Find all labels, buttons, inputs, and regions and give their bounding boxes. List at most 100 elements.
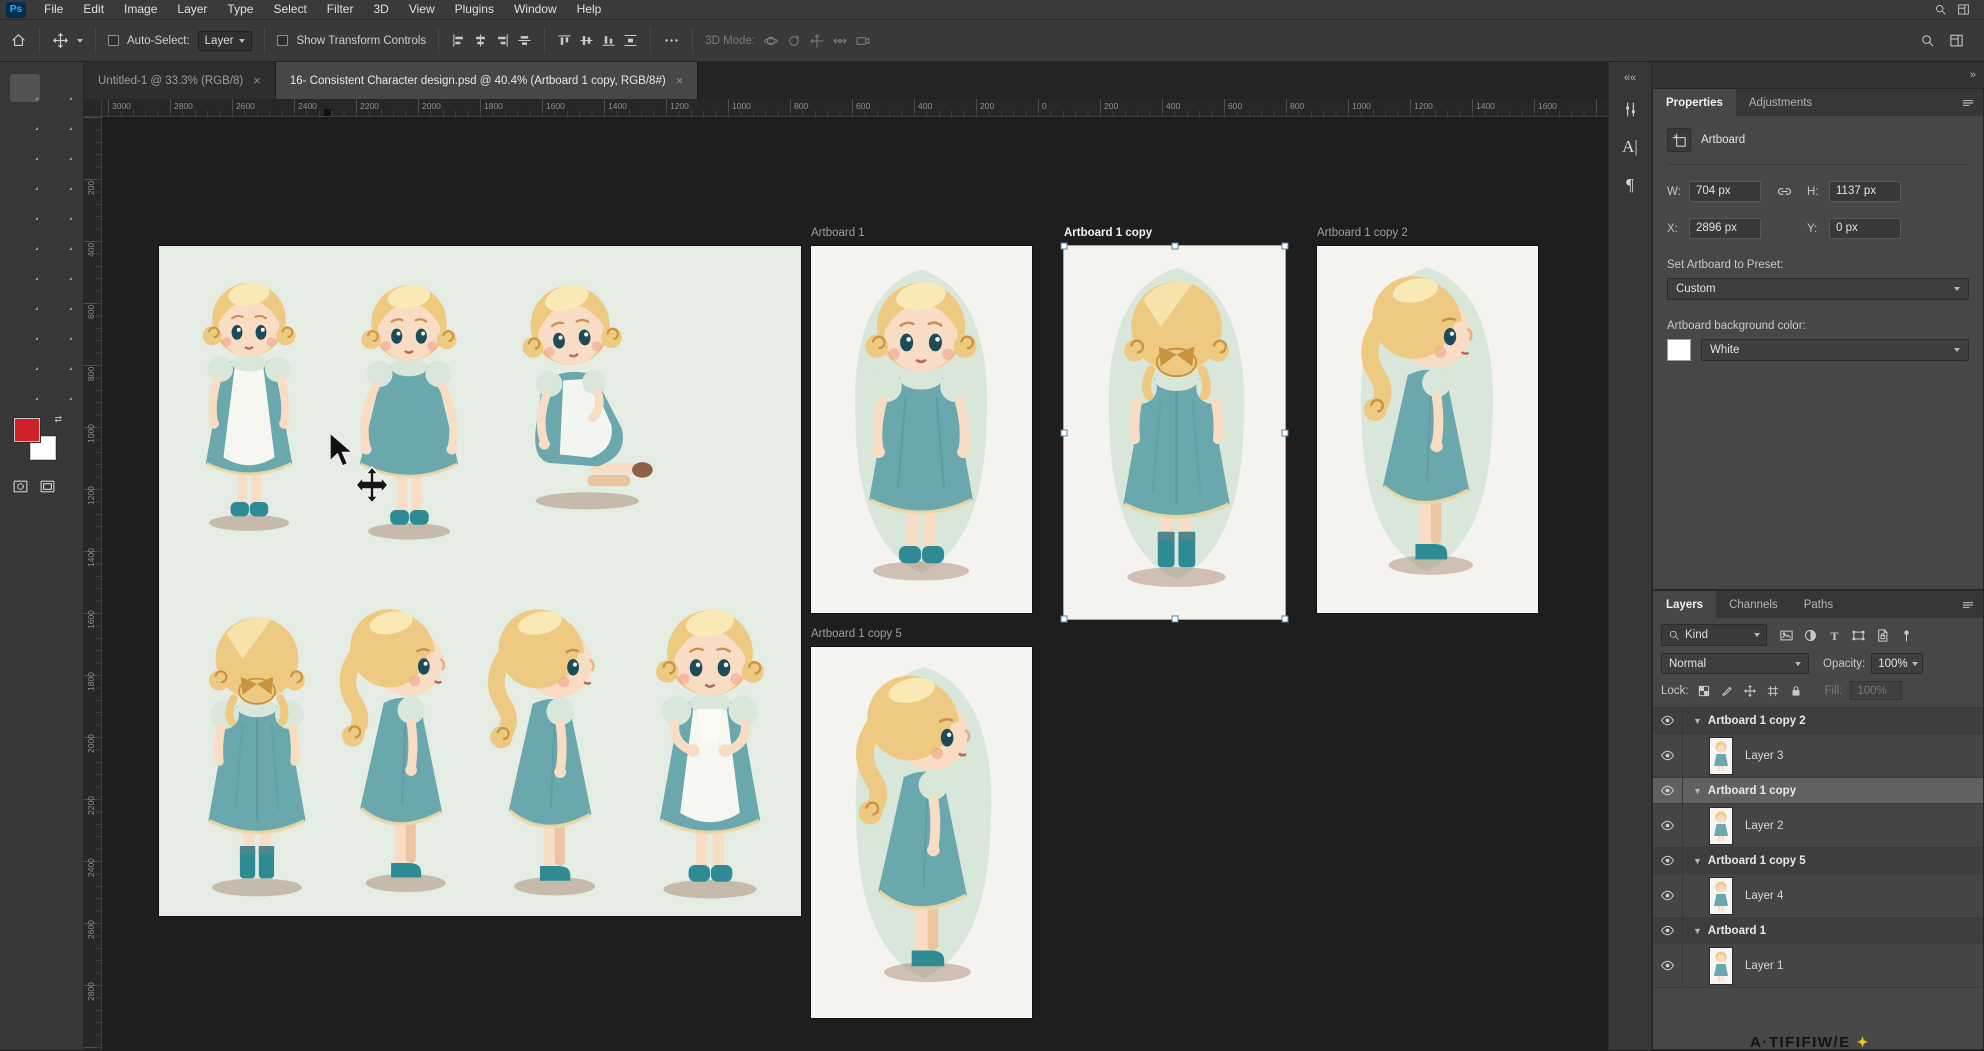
document-tab-1[interactable]: Untitled-1 @ 33.3% (RGB/8)× <box>84 62 276 99</box>
expand-chevron-icon[interactable]: ▼ <box>1693 716 1702 726</box>
align-top-icon[interactable] <box>557 33 572 48</box>
layers-row-layer-layer-1[interactable]: Layer 1 <box>1653 944 1983 988</box>
properties-tab-adjustments[interactable]: Adjustments <box>1736 89 1825 116</box>
swap-colors-icon[interactable]: ⇄ <box>54 414 62 425</box>
rectangle-tool[interactable] <box>10 344 40 372</box>
menu-select[interactable]: Select <box>263 0 316 19</box>
filter-adjustment-icon[interactable] <box>1803 628 1818 643</box>
pen-tool[interactable] <box>44 284 74 312</box>
zoom-tool[interactable] <box>10 374 40 402</box>
move-tool-preset-icon[interactable] <box>52 32 69 49</box>
horizontal-ruler[interactable]: 3000280026002400220020001800160014001200… <box>102 99 1608 117</box>
align-bottom-icon[interactable] <box>601 33 616 48</box>
dodge-tool[interactable] <box>10 284 40 312</box>
crop-tool[interactable] <box>10 134 40 162</box>
3d-camera-icon[interactable] <box>855 33 871 49</box>
clone-stamp-tool[interactable] <box>44 194 74 222</box>
expand-chevron-icon[interactable]: ▼ <box>1693 856 1702 866</box>
layer-thumbnail[interactable] <box>1709 877 1733 915</box>
lock-transparent-icon[interactable] <box>1697 684 1711 698</box>
layers-row-artboard-artboard-1-copy[interactable]: ▼Artboard 1 copy <box>1653 778 1983 804</box>
layer-filter-kind-dropdown[interactable]: Kind <box>1661 624 1767 646</box>
layers-tab-channels[interactable]: Channels <box>1716 591 1791 618</box>
menu-3d[interactable]: 3D <box>363 0 398 19</box>
menu-type[interactable]: Type <box>217 0 263 19</box>
vertical-ruler[interactable]: 2004006008001000120014001600180020002200… <box>84 117 102 1050</box>
pasteboard[interactable]: Artboard 1 Artboard 1 copy Artboard 1 co… <box>102 117 1608 1050</box>
link-dimensions-icon[interactable] <box>1767 183 1801 200</box>
transform-handle[interactable] <box>1171 616 1178 623</box>
screen-mode-icon[interactable] <box>39 478 56 495</box>
healing-brush-tool[interactable] <box>44 164 74 192</box>
layers-tab-layers[interactable]: Layers <box>1653 591 1716 618</box>
transform-handle[interactable] <box>1282 429 1289 436</box>
eraser-tool[interactable] <box>44 224 74 252</box>
layers-tab-paths[interactable]: Paths <box>1791 591 1846 618</box>
menu-window[interactable]: Window <box>504 0 567 19</box>
expand-chevron-icon[interactable]: ▼ <box>1693 926 1702 936</box>
home-icon[interactable] <box>10 32 27 49</box>
visibility-eye-icon[interactable] <box>1653 874 1683 917</box>
transform-handle[interactable] <box>1061 243 1068 250</box>
rectangular-marquee-tool[interactable] <box>44 74 74 102</box>
filter-shape-icon[interactable] <box>1851 628 1866 643</box>
visibility-eye-icon[interactable] <box>1653 708 1683 733</box>
search-icon[interactable] <box>1934 3 1947 16</box>
gradient-tool[interactable] <box>10 254 40 282</box>
y-field[interactable]: 0 px <box>1829 218 1901 239</box>
quick-mask-icon[interactable] <box>12 478 29 495</box>
artboard-label[interactable]: Artboard 1 copy 5 <box>811 628 902 640</box>
layer-thumbnail[interactable] <box>1709 807 1733 845</box>
history-brush-tool[interactable] <box>10 224 40 252</box>
menu-plugins[interactable]: Plugins <box>445 0 504 19</box>
workspace-icon[interactable] <box>1949 33 1964 48</box>
brush-settings-panel-icon[interactable] <box>1613 92 1647 126</box>
opacity-field[interactable]: 100% <box>1871 653 1923 674</box>
ellipsis-icon[interactable] <box>663 32 680 49</box>
document-tab-2[interactable]: 16- Consistent Character design.psd @ 40… <box>276 62 698 99</box>
auto-select-target-dropdown[interactable]: Layer <box>198 31 253 51</box>
transform-handle[interactable] <box>1061 616 1068 623</box>
artboard-artboard-1-copy[interactable]: Artboard 1 copy <box>1064 246 1285 619</box>
brush-tool[interactable] <box>10 194 40 222</box>
3d-slide-icon[interactable] <box>832 33 848 49</box>
3d-roll-icon[interactable] <box>786 33 802 49</box>
height-field[interactable]: 1137 px <box>1829 181 1901 202</box>
ruler-corner[interactable] <box>84 99 102 117</box>
layer-thumbnail[interactable] <box>1709 947 1733 985</box>
filter-pixel-icon[interactable] <box>1779 628 1794 643</box>
show-transform-checkbox[interactable] <box>277 35 288 46</box>
filter-type-icon[interactable]: T <box>1827 628 1842 643</box>
artboard-artboard-1-copy-2[interactable]: Artboard 1 copy 2 <box>1317 246 1538 613</box>
frame-tool[interactable] <box>44 134 74 162</box>
chevron-down-icon[interactable] <box>77 39 83 43</box>
artboard-bg-swatch[interactable] <box>1667 339 1691 361</box>
menu-layer[interactable]: Layer <box>167 0 217 19</box>
quick-selection-tool[interactable] <box>44 104 74 132</box>
type-tool[interactable] <box>10 314 40 342</box>
panel-menu-icon[interactable] <box>1961 96 1975 110</box>
align-left-icon[interactable] <box>451 33 466 48</box>
blend-mode-dropdown[interactable]: Normal <box>1661 653 1809 674</box>
visibility-eye-icon[interactable] <box>1653 734 1683 777</box>
layers-row-layer-layer-2[interactable]: Layer 2 <box>1653 804 1983 848</box>
visibility-eye-icon[interactable] <box>1653 918 1683 943</box>
artboard-label[interactable]: Artboard 1 copy 2 <box>1317 227 1408 239</box>
align-center-v-icon[interactable] <box>579 33 594 48</box>
close-tab-icon[interactable]: × <box>676 73 684 88</box>
transform-handle[interactable] <box>1282 243 1289 250</box>
auto-select-checkbox[interactable] <box>108 35 119 46</box>
lock-move-icon[interactable] <box>1743 684 1757 698</box>
panel-menu-icon[interactable] <box>1961 598 1975 612</box>
layers-row-artboard-artboard-1-copy-5[interactable]: ▼Artboard 1 copy 5 <box>1653 848 1983 874</box>
expand-panels-icon[interactable]: » <box>1970 69 1976 81</box>
menu-edit[interactable]: Edit <box>73 0 114 19</box>
filter-attribute-icon[interactable] <box>1899 628 1914 643</box>
transform-handle[interactable] <box>1282 616 1289 623</box>
properties-tab-properties[interactable]: Properties <box>1653 89 1736 116</box>
move-tool[interactable] <box>10 74 40 102</box>
lock-all-icon[interactable] <box>1789 684 1803 698</box>
artboard-artboard-1[interactable]: Artboard 1 <box>811 246 1032 613</box>
x-field[interactable]: 2896 px <box>1689 218 1761 239</box>
preset-dropdown[interactable]: Custom <box>1667 278 1969 300</box>
